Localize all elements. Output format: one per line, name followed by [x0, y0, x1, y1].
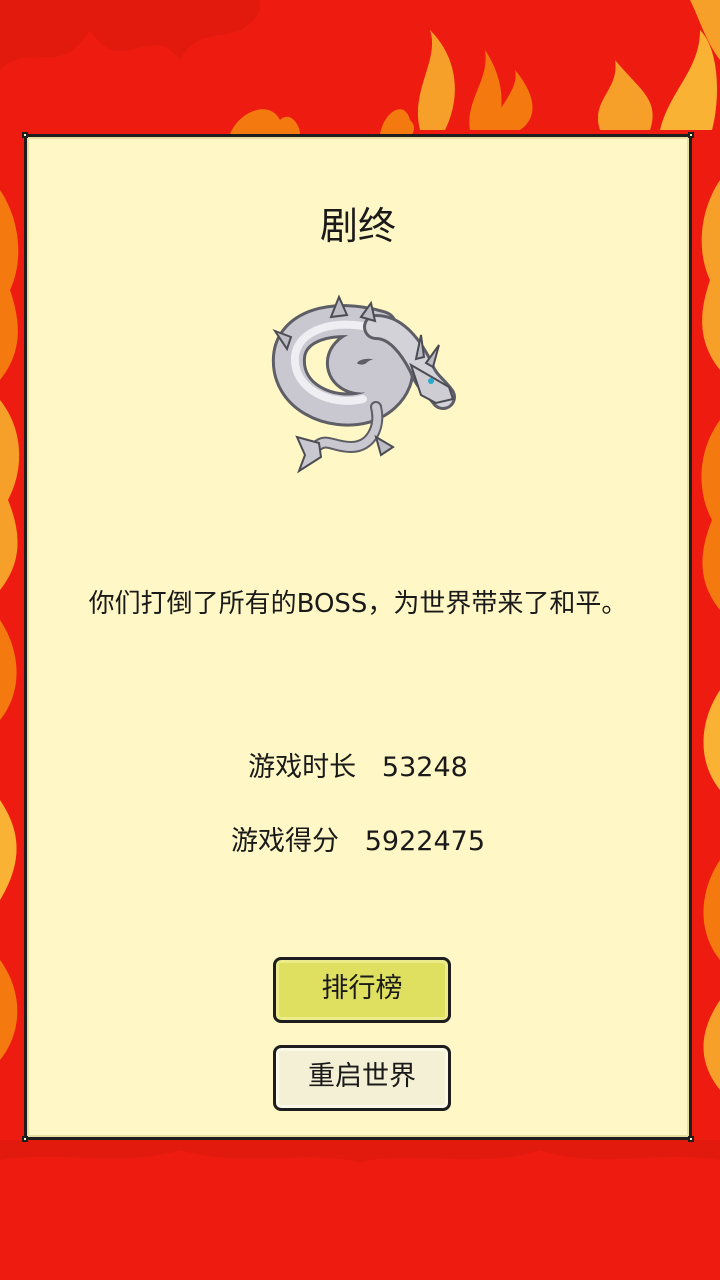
play-time-label: 游戏时长	[248, 752, 357, 783]
game-over-dialog: 剧终 你们打倒了所有的BOSS，为世界带来了和平。 游戏时长 53248 游戏得…	[22, 132, 694, 1142]
dialog-corner	[22, 132, 28, 138]
dialog-corner	[22, 1136, 28, 1142]
score-value: 5922475	[364, 826, 485, 857]
score-label: 游戏得分	[231, 826, 339, 857]
dialog-corner	[688, 1136, 694, 1142]
restart-world-button[interactable]: 重启世界	[273, 1045, 451, 1111]
leaderboard-button[interactable]: 排行榜	[273, 957, 451, 1023]
play-time-value: 53248	[381, 752, 468, 783]
game-screen: 剧终 你们打倒了所有的BOSS，为世界带来了和平。 游戏时长 53248 游戏得…	[0, 0, 720, 1280]
score-stat: 游戏得分 5922475	[27, 819, 689, 858]
dialog-title: 剧终	[319, 204, 396, 248]
play-time-stat: 游戏时长 53248	[27, 745, 689, 784]
dragon-icon	[271, 287, 461, 487]
dialog-corner	[688, 132, 694, 138]
ending-message: 你们打倒了所有的BOSS，为世界带来了和平。	[88, 589, 628, 619]
